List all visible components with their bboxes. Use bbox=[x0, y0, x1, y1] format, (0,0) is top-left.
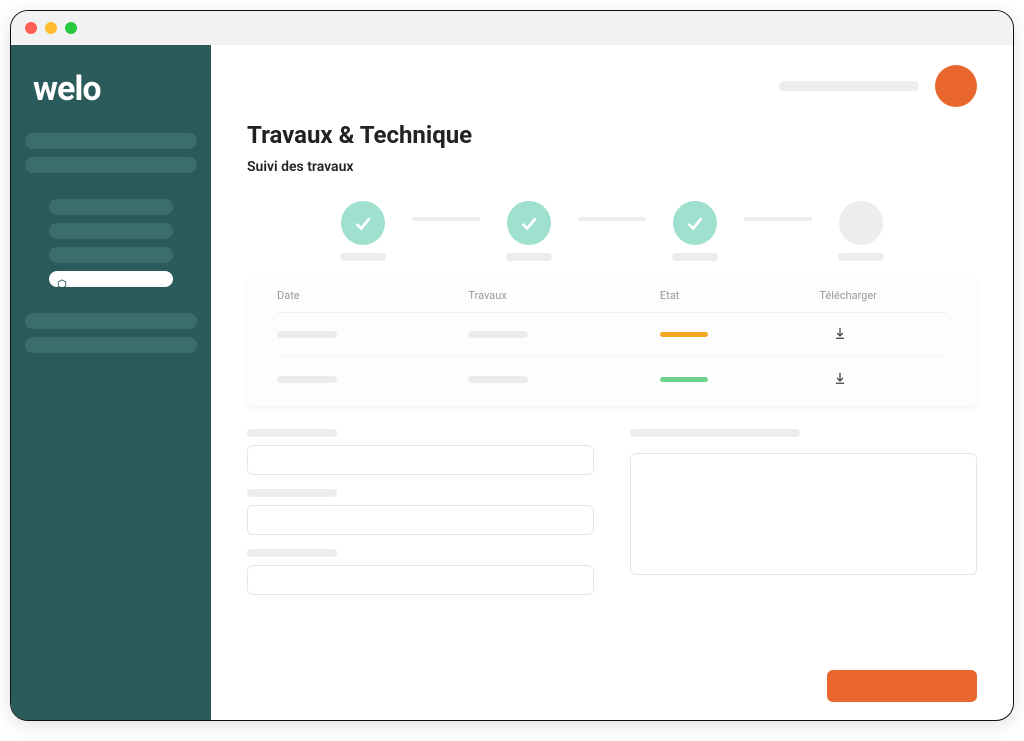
form-field bbox=[247, 429, 594, 475]
step bbox=[506, 201, 552, 261]
cell-travaux-placeholder bbox=[468, 376, 528, 383]
textarea-input[interactable] bbox=[630, 453, 977, 575]
step-label-placeholder bbox=[340, 253, 386, 261]
page-title: Travaux & Technique bbox=[247, 121, 977, 149]
works-table-card: Date Travaux Etat Télécharger bbox=[247, 275, 977, 407]
step-label-placeholder bbox=[506, 253, 552, 261]
step bbox=[340, 201, 386, 261]
content: welo Travaux & Technique Suivi des tr bbox=[11, 45, 1013, 720]
step-label-placeholder bbox=[672, 253, 718, 261]
progress-stepper bbox=[247, 201, 977, 261]
cell-date-placeholder bbox=[277, 376, 337, 383]
window-minimize-button[interactable] bbox=[45, 22, 57, 34]
step bbox=[672, 201, 718, 261]
text-input[interactable] bbox=[247, 505, 594, 535]
page-subtitle: Suivi des travaux bbox=[247, 159, 977, 175]
form-left-column bbox=[247, 429, 594, 595]
user-name-placeholder bbox=[779, 81, 919, 91]
table-row bbox=[277, 357, 947, 401]
step bbox=[838, 201, 884, 261]
table-header: Date Travaux Etat Télécharger bbox=[277, 289, 947, 313]
download-icon[interactable] bbox=[833, 370, 847, 389]
table-row bbox=[277, 313, 947, 357]
step-circle-done bbox=[341, 201, 385, 245]
form-right-column bbox=[630, 429, 977, 595]
step-circle-pending bbox=[839, 201, 883, 245]
titlebar bbox=[11, 11, 1013, 45]
col-etat: Etat bbox=[660, 289, 820, 302]
sidebar: welo bbox=[11, 45, 211, 720]
app-window: welo Travaux & Technique Suivi des tr bbox=[10, 10, 1014, 721]
field-label-placeholder bbox=[630, 429, 800, 437]
sidebar-item[interactable] bbox=[25, 313, 197, 329]
sidebar-item[interactable] bbox=[25, 337, 197, 353]
step-connector bbox=[412, 217, 480, 221]
sidebar-item[interactable] bbox=[25, 157, 197, 173]
field-label-placeholder bbox=[247, 549, 337, 557]
hexagon-icon bbox=[57, 274, 67, 284]
step-connector bbox=[744, 217, 812, 221]
status-badge-inprogress bbox=[660, 332, 708, 337]
check-icon bbox=[518, 212, 540, 234]
step-circle-done bbox=[673, 201, 717, 245]
sidebar-subitem[interactable] bbox=[49, 223, 173, 239]
step-circle-done bbox=[507, 201, 551, 245]
text-input[interactable] bbox=[247, 445, 594, 475]
sidebar-subitem-active[interactable] bbox=[49, 271, 173, 287]
form-field bbox=[247, 489, 594, 535]
avatar[interactable] bbox=[935, 65, 977, 107]
primary-action-button[interactable] bbox=[827, 670, 977, 702]
step-connector bbox=[578, 217, 646, 221]
col-telecharger: Télécharger bbox=[819, 289, 947, 302]
sidebar-subitem[interactable] bbox=[49, 247, 173, 263]
step-label-placeholder bbox=[838, 253, 884, 261]
sidebar-subitem[interactable] bbox=[49, 199, 173, 215]
sidebar-item[interactable] bbox=[25, 133, 197, 149]
brand-logo: welo bbox=[33, 69, 197, 109]
window-maximize-button[interactable] bbox=[65, 22, 77, 34]
form-section bbox=[247, 429, 977, 595]
form-field bbox=[247, 549, 594, 595]
window-close-button[interactable] bbox=[25, 22, 37, 34]
col-travaux: Travaux bbox=[468, 289, 659, 302]
check-icon bbox=[684, 212, 706, 234]
col-date: Date bbox=[277, 289, 468, 302]
download-icon[interactable] bbox=[833, 325, 847, 344]
check-icon bbox=[352, 212, 374, 234]
status-badge-done bbox=[660, 377, 708, 382]
text-input[interactable] bbox=[247, 565, 594, 595]
cell-travaux-placeholder bbox=[468, 331, 528, 338]
main: Travaux & Technique Suivi des travaux bbox=[211, 45, 1013, 720]
cell-date-placeholder bbox=[277, 331, 337, 338]
field-label-placeholder bbox=[247, 489, 337, 497]
topbar bbox=[779, 65, 977, 107]
field-label-placeholder bbox=[247, 429, 337, 437]
